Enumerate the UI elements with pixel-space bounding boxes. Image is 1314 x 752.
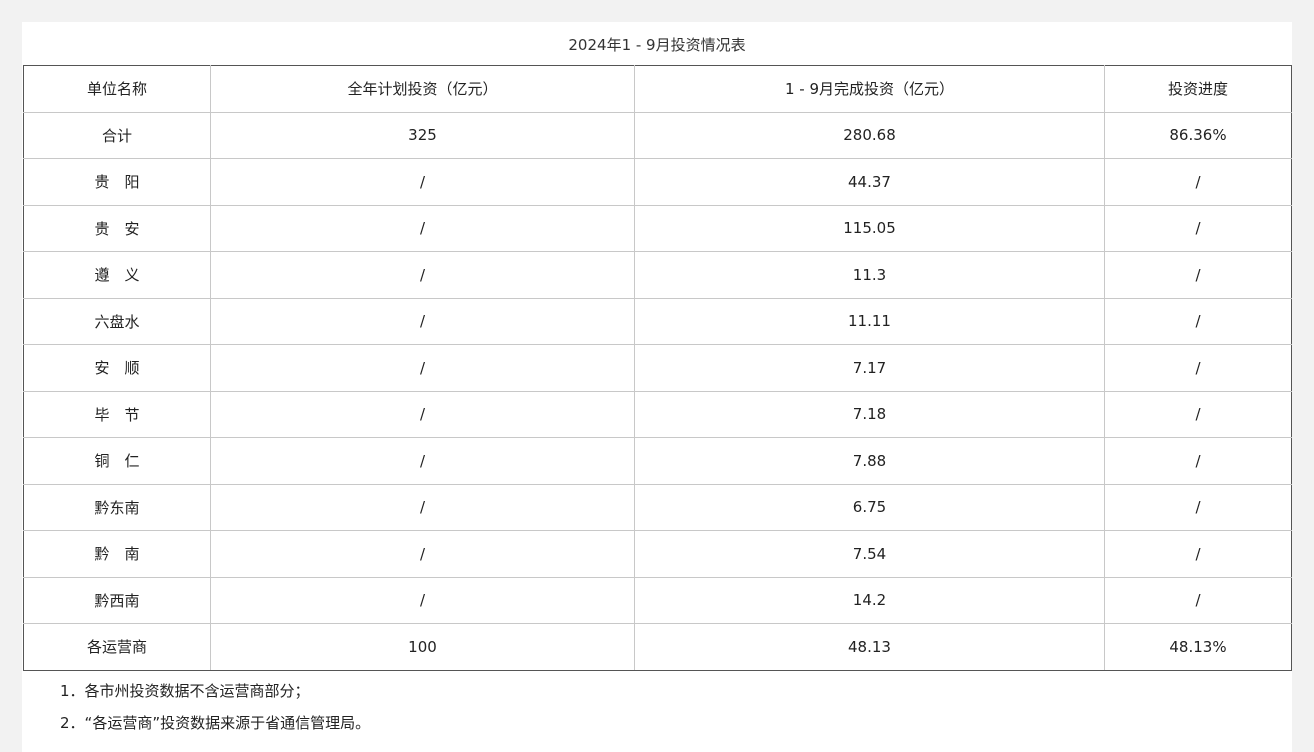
cell-annual-plan: / — [210, 390, 635, 438]
cell-unit: 各运营商 — [23, 623, 211, 671]
column-header-completed: 1 - 9月完成投资（亿元） — [634, 65, 1105, 113]
cell-completed: 11.3 — [634, 251, 1105, 299]
table-row: 贵 阳 / 44.37 / — [23, 158, 1292, 206]
table-row: 安 顺 / 7.17 / — [23, 344, 1292, 392]
cell-completed: 11.11 — [634, 297, 1105, 345]
cell-annual-plan: 325 — [210, 111, 635, 159]
column-header-progress: 投资进度 — [1104, 65, 1292, 113]
cell-annual-plan: / — [210, 576, 635, 624]
cell-completed: 7.17 — [634, 344, 1105, 392]
investment-table: 单位名称 全年计划投资（亿元） 1 - 9月完成投资（亿元） 投资进度 合计 3… — [23, 65, 1292, 671]
cell-completed: 44.37 — [634, 158, 1105, 206]
footnote-1: 1．各市州投资数据不含运营商部分； — [60, 682, 310, 700]
table-title: 2024年1 - 9月投资情况表 — [568, 36, 746, 54]
cell-unit: 黔西南 — [23, 576, 211, 624]
cell-unit: 贵 安 — [23, 204, 211, 252]
cell-completed: 7.88 — [634, 437, 1105, 485]
cell-annual-plan: / — [210, 530, 635, 578]
cell-completed: 14.2 — [634, 576, 1105, 624]
cell-completed: 7.18 — [634, 390, 1105, 438]
cell-progress: / — [1104, 158, 1292, 206]
cell-annual-plan: / — [210, 251, 635, 299]
cell-completed: 6.75 — [634, 483, 1105, 531]
cell-unit: 贵 阳 — [23, 158, 211, 206]
cell-annual-plan: / — [210, 158, 635, 206]
table-row: 毕 节 / 7.18 / — [23, 390, 1292, 438]
table-row: 遵 义 / 11.3 / — [23, 251, 1292, 299]
document-sheet: 2024年1 - 9月投资情况表 单位名称 全年计划投资（亿元） 1 - 9月完… — [22, 22, 1292, 752]
cell-annual-plan: / — [210, 204, 635, 252]
cell-progress: / — [1104, 530, 1292, 578]
cell-annual-plan: 100 — [210, 623, 635, 671]
cell-completed: 48.13 — [634, 623, 1105, 671]
table-row: 贵 安 / 115.05 / — [23, 204, 1292, 252]
column-header-unit: 单位名称 — [23, 65, 211, 113]
cell-unit: 黔东南 — [23, 483, 211, 531]
cell-progress: 86.36% — [1104, 111, 1292, 159]
table-row: 铜 仁 / 7.88 / — [23, 437, 1292, 485]
column-header-annual-plan: 全年计划投资（亿元） — [210, 65, 635, 113]
cell-progress: / — [1104, 251, 1292, 299]
cell-progress: / — [1104, 204, 1292, 252]
cell-progress: / — [1104, 576, 1292, 624]
cell-annual-plan: / — [210, 437, 635, 485]
cell-progress: / — [1104, 297, 1292, 345]
footnote-2: 2．“各运营商”投资数据来源于省通信管理局。 — [60, 714, 371, 732]
table-header-row: 单位名称 全年计划投资（亿元） 1 - 9月完成投资（亿元） 投资进度 — [23, 65, 1292, 113]
cell-unit: 毕 节 — [23, 390, 211, 438]
cell-annual-plan: / — [210, 483, 635, 531]
cell-completed: 280.68 — [634, 111, 1105, 159]
cell-progress: / — [1104, 437, 1292, 485]
cell-progress: / — [1104, 390, 1292, 438]
cell-progress: / — [1104, 344, 1292, 392]
table-row: 黔西南 / 14.2 / — [23, 576, 1292, 624]
table-row: 黔 南 / 7.54 / — [23, 530, 1292, 578]
cell-unit: 合计 — [23, 111, 211, 159]
table-row: 黔东南 / 6.75 / — [23, 483, 1292, 531]
cell-unit: 铜 仁 — [23, 437, 211, 485]
cell-unit: 遵 义 — [23, 251, 211, 299]
cell-completed: 7.54 — [634, 530, 1105, 578]
cell-completed: 115.05 — [634, 204, 1105, 252]
table-row: 六盘水 / 11.11 / — [23, 297, 1292, 345]
cell-progress: / — [1104, 483, 1292, 531]
cell-unit: 黔 南 — [23, 530, 211, 578]
cell-annual-plan: / — [210, 344, 635, 392]
cell-annual-plan: / — [210, 297, 635, 345]
footnotes: 1．各市州投资数据不含运营商部分； 2．“各运营商”投资数据来源于省通信管理局。 — [60, 676, 370, 740]
cell-unit: 六盘水 — [23, 297, 211, 345]
cell-progress: 48.13% — [1104, 623, 1292, 671]
table-row: 合计 325 280.68 86.36% — [23, 111, 1292, 159]
cell-unit: 安 顺 — [23, 344, 211, 392]
table-row: 各运营商 100 48.13 48.13% — [23, 623, 1292, 671]
